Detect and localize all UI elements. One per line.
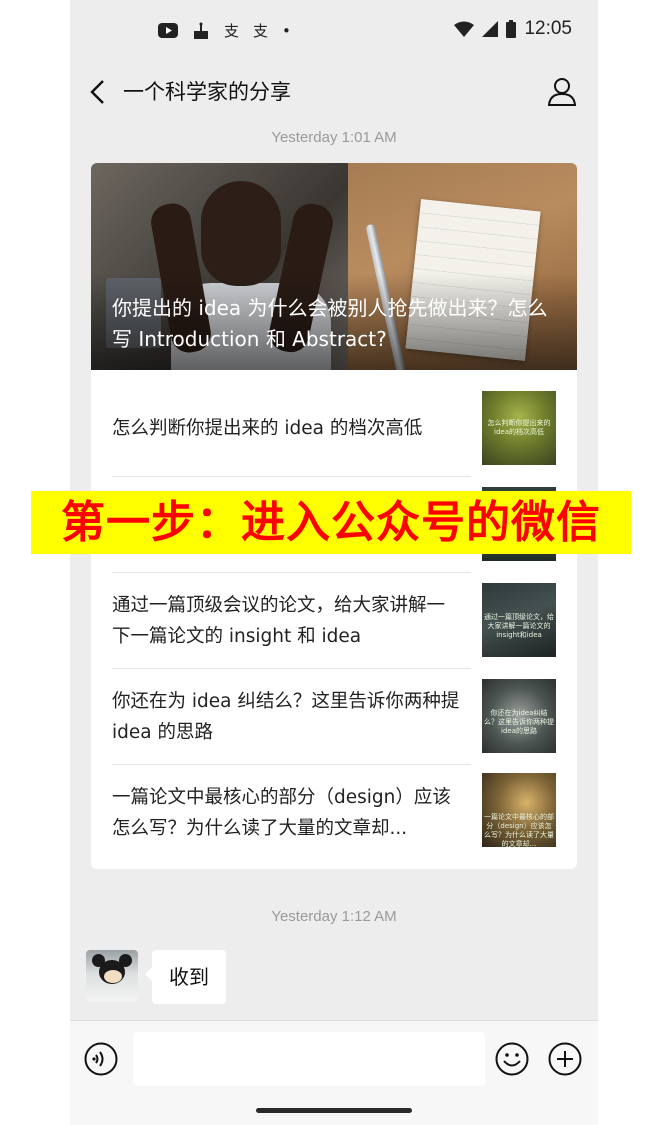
emoji-icon[interactable] [495,1042,529,1076]
battery-icon [506,20,517,38]
article-title: 你还在为 idea 纠结么？这里告诉你两种提 idea 的思路 [112,690,460,743]
dot-icon: • [282,21,291,40]
hero-article[interactable]: 你提出的 idea 为什么会被别人抢先做出来？怎么写 Introduction … [91,163,577,370]
app-icon: 支 [224,22,240,40]
mickey-face [104,970,122,983]
thumbnail-caption: 怎么判断你提出来的idea的档次高低 [487,419,551,436]
article-list-item[interactable]: 你还在为 idea 纠结么？这里告诉你两种提 idea 的思路 你还在为idea… [91,669,577,764]
home-indicator[interactable] [256,1108,412,1113]
overlay-banner-text: 第一步：进入公众号的微信 [61,497,601,548]
page-title: 一个科学家的分享 [123,80,291,104]
youtube-icon [158,23,178,38]
plus-icon[interactable] [548,1042,582,1076]
person-shape [201,181,281,286]
wifi-icon [454,21,475,37]
article-thumbnail: 通过一篇顶级论文，给大家讲解一篇论文的insight和idea [482,583,556,657]
overlay-banner: 第一步：进入公众号的微信 [31,491,631,554]
article-title: 怎么判断你提出来的 idea 的档次高低 [112,418,423,439]
cake-icon [194,22,208,39]
clock: 12:05 [524,18,572,39]
message-timestamp: Yesterday 1:12 AM [271,908,397,925]
signal-icon [482,21,499,37]
hero-article-title: 你提出的 idea 为什么会被别人抢先做出来？怎么写 Introduction … [112,296,548,351]
message-timestamp: Yesterday 1:01 AM [271,129,397,146]
status-left-icons: 支 支 • [158,20,291,41]
chat-header: 一个科学家的分享 [70,62,598,122]
avatar[interactable] [86,950,138,1002]
article-thumbnail: 一篇论文中最核心的部分（design）应该怎么写？为什么读了大量的文章却... [482,773,556,847]
thumbnail-caption: 一篇论文中最核心的部分（design）应该怎么写？为什么读了大量的文章却... [484,813,554,847]
message-bubble[interactable]: 收到 [145,950,226,1004]
article-list-item[interactable]: 怎么判断你提出来的 idea 的档次高低 怎么判断你提出来的idea的档次高低 [91,381,577,476]
input-bar [70,1020,598,1125]
thumbnail-caption: 通过一篇顶级论文，给大家讲解一篇论文的insight和idea [484,613,554,639]
article-list-item[interactable]: 通过一篇顶级会议的论文，给大家讲解一下一篇论文的 insight 和 idea … [91,573,577,668]
status-right-icons: 12:05 [454,18,572,40]
profile-icon[interactable] [546,76,578,108]
article-thumbnail: 怎么判断你提出来的idea的档次高低 [482,391,556,465]
article-list-item[interactable]: 一篇论文中最核心的部分（design）应该怎么写？为什么读了大量的文章却... … [91,765,577,860]
phone-screen: 支 支 • 12:05 一个科学家的分享 Yesterday 1:01 AM 你… [70,0,598,1125]
article-thumbnail: 你还在为idea纠结么？这里告诉你两种提idea的思路 [482,679,556,753]
app-icon: 支 [253,22,269,40]
message-input[interactable] [133,1032,485,1086]
status-bar: 支 支 • 12:05 [70,0,598,62]
voice-icon[interactable] [84,1042,118,1076]
article-title: 通过一篇顶级会议的论文，给大家讲解一下一篇论文的 insight 和 idea [112,594,446,647]
thumbnail-caption: 你还在为idea纠结么？这里告诉你两种提idea的思路 [484,709,554,735]
article-title: 一篇论文中最核心的部分（design）应该怎么写？为什么读了大量的文章却... [112,786,451,839]
back-arrow-icon[interactable] [86,78,110,106]
